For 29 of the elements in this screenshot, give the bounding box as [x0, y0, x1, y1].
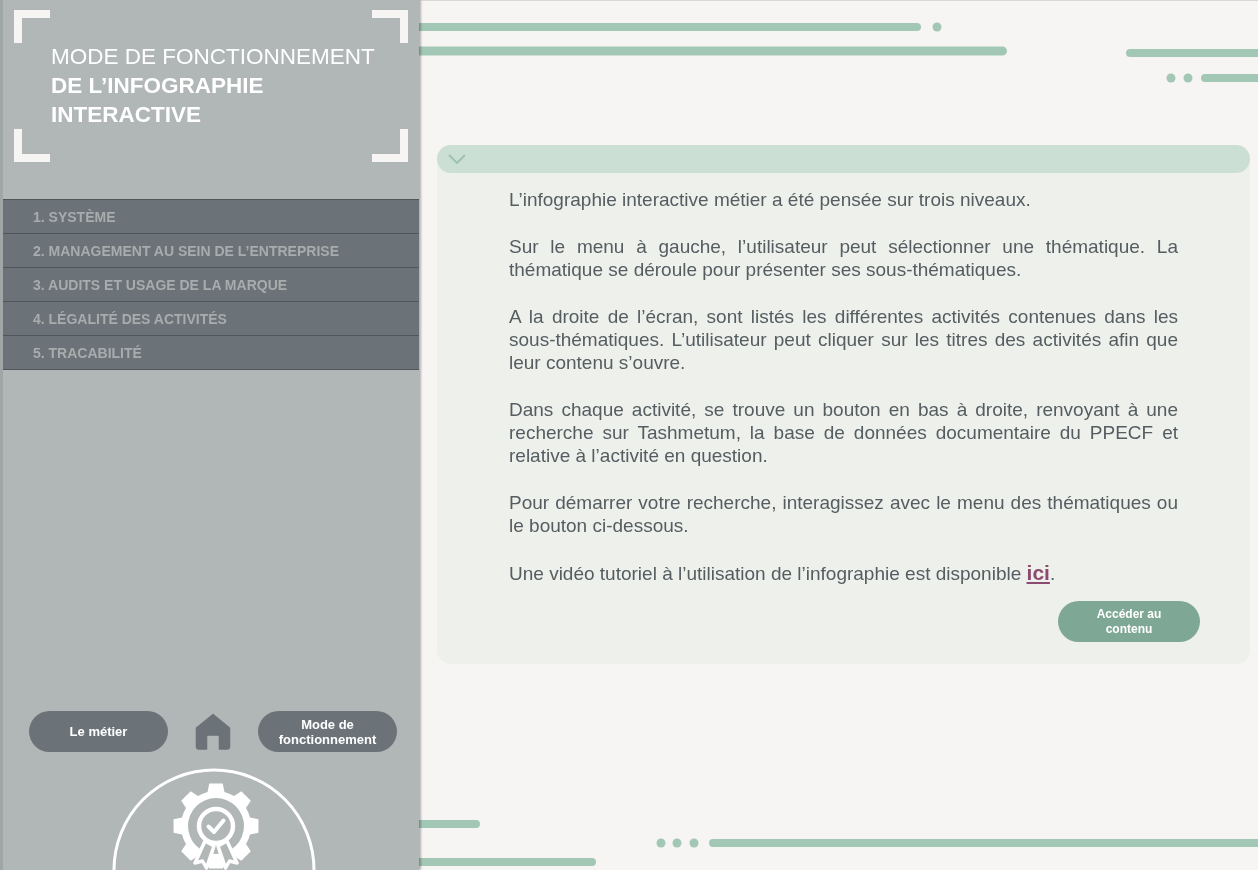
nav-button[interactable]: Le métier [29, 711, 168, 752]
sidebar-title: MODE DE FONCTIONNEMENT DE L’INFOGRAPHIE INTERACTIVE [51, 43, 376, 129]
bracket-corner-icon [372, 129, 408, 162]
decorative-dot [689, 838, 699, 848]
chevron-down-icon[interactable] [448, 154, 466, 164]
decorative-dot [932, 22, 942, 32]
video-link[interactable]: ici [1026, 561, 1050, 584]
bracket-corner-icon [372, 10, 408, 43]
body-paragraph: L’infographie interactive métier a été pensée sur trois niveaux. [509, 188, 1032, 211]
decorative-dot [1166, 73, 1176, 83]
nav-button[interactable]: Mode de fonctionnement [258, 711, 397, 752]
decorative-dot [656, 838, 666, 848]
menu-item[interactable]: 5. TRACABILITÉ [3, 335, 419, 370]
body-paragraph: Pour démarrer votre recherche, interagissez avec le menu des thématiques ou le bouton ci-dessous. [509, 491, 1178, 537]
access-content-button[interactable]: Accéder au contenu [1058, 601, 1200, 642]
decorative-dot [672, 838, 682, 848]
menu-item[interactable]: 4. LÉGALITÉ DES ACTIVITÉS [3, 301, 419, 335]
body-paragraph: Une vidéo tutoriel à l’utilisation de l’infographie est disponible ici. [509, 561, 1057, 585]
body-paragraph: A la droite de l’écran, sont listés les différentes activités contenues dans les sous-thématiques. L’utilisateur peut cliquer sur les titres des activités afin que leur contenu s’ouvre. [509, 305, 1178, 374]
bracket-corner-icon [14, 10, 50, 43]
decorative-dot [1183, 73, 1193, 83]
home-icon[interactable] [195, 713, 231, 750]
menu-item[interactable]: 1. SYSTÈME [3, 199, 419, 233]
bracket-corner-icon [14, 129, 50, 162]
menu-item[interactable]: 2. MANAGEMENT AU SEIN DE L’ENTREPRISE [3, 233, 419, 267]
accordion-header[interactable] [437, 145, 1250, 173]
body-paragraph: Dans chaque activité, se trouve un bouton en bas à droite, renvoyant à une recherche sur Tashmetum, la base de données documentaire du PPECF et relative à l’activité en question. [509, 398, 1178, 467]
body-paragraph: Sur le menu à gauche, l’utilisateur peut sélectionner une thématique. La thématique se déroule pour présenter ses sous-thématiques. [509, 235, 1178, 281]
menu-item[interactable]: 3. AUDITS ET USAGE DE LA MARQUE [3, 267, 419, 301]
